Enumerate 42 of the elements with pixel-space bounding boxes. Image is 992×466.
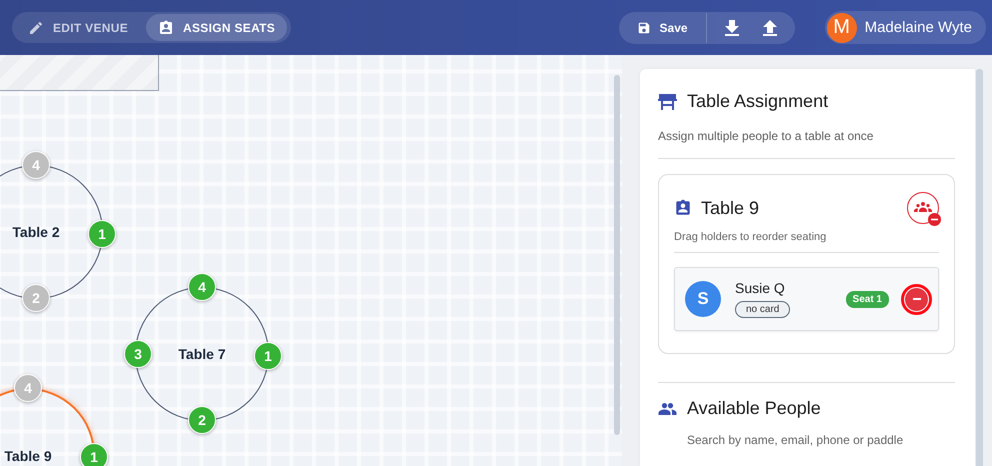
group-hint: Drag holders to reorder seating <box>674 231 828 243</box>
holder-avatar: S <box>685 281 721 317</box>
user-name: Madelaine Wyte <box>864 19 972 36</box>
user-avatar: M <box>826 12 857 42</box>
table-label: Table 2 <box>12 224 60 240</box>
seat-marker[interactable]: 3 <box>124 340 152 368</box>
seat-marker[interactable]: 4 <box>188 273 216 301</box>
people-icon <box>658 402 677 414</box>
seat-marker[interactable]: 4 <box>22 151 50 179</box>
remove-button[interactable] <box>905 288 928 310</box>
pencil-icon <box>28 20 44 36</box>
mode-tab[interactable]: EDIT VENUE <box>16 14 140 41</box>
seat-marker[interactable]: 1 <box>254 342 282 370</box>
scrollbar[interactable] <box>976 69 983 466</box>
seat-marker[interactable]: 1 <box>80 443 108 466</box>
minus-badge-icon <box>928 213 941 226</box>
group-icon <box>914 202 932 214</box>
upload-icon <box>762 20 777 36</box>
panel-title: Table Assignment <box>687 91 828 112</box>
card-tag: no card <box>735 301 790 318</box>
seat-marker[interactable]: 2 <box>188 406 216 434</box>
scrollbar[interactable] <box>614 75 620 435</box>
panel-subtitle: Assign multiple people to a table at once <box>658 129 874 143</box>
badge-icon <box>674 199 692 217</box>
table-label: Table 7 <box>178 346 226 362</box>
holder-name: Susie Q <box>735 280 785 296</box>
download-icon <box>724 20 739 36</box>
seat-badge: Seat 1 <box>846 290 889 308</box>
round-table[interactable]: Table 7 4 3 1 2 <box>121 273 283 435</box>
table-icon <box>658 94 677 110</box>
seat-marker[interactable]: 4 <box>14 374 42 402</box>
group-title: Table 9 <box>701 198 760 218</box>
remove-all-button[interactable] <box>907 192 939 224</box>
user-menu[interactable]: M Madelaine Wyte <box>824 11 986 44</box>
seat-marker[interactable]: 1 <box>88 220 116 248</box>
table-label: Table 9 <box>4 448 52 464</box>
section-title: Available People <box>687 398 821 419</box>
holder-card[interactable]: S Susie Q no card Seat 1 <box>674 267 939 331</box>
mode-tab[interactable]: ASSIGN SEATS <box>146 14 288 41</box>
badge-icon <box>158 20 174 36</box>
search-hint: Search by name, email, phone or paddle <box>687 433 904 447</box>
seat-marker[interactable]: 2 <box>22 284 50 312</box>
